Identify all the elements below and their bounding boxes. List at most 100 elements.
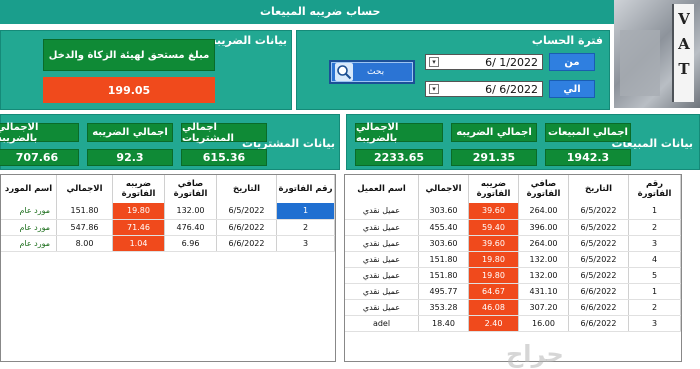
cell-no[interactable]: 2 (276, 219, 335, 236)
cell-tax[interactable]: 1.04 (112, 235, 165, 252)
cell-date[interactable]: 6/6/2022 (216, 235, 277, 252)
to-date-field[interactable]: ▾ 6/ 6/2022 (425, 81, 543, 97)
cell-no[interactable]: 4 (628, 251, 681, 268)
cell-name[interactable]: adel (345, 315, 419, 332)
col-header[interactable]: اسم المورد (1, 175, 57, 203)
cell-total[interactable]: 8.00 (56, 235, 113, 252)
cell-no[interactable]: 1 (276, 203, 335, 220)
tax-due-button[interactable]: مبلغ مستحق لهيئة الزكاة والدخل (43, 39, 215, 71)
table-row[interactable]: 3 6/5/2022 264.00 39.60 303.60 عميل نقدي (345, 235, 681, 252)
col-header[interactable]: الاجمالي (418, 175, 469, 203)
cell-net[interactable]: 132.00 (164, 203, 217, 220)
tax-panel-label: بيانات الضريبه (210, 34, 287, 47)
table-row[interactable]: 1 6/5/2022 132.00 19.80 151.80 مورد عام (1, 203, 335, 220)
cell-no[interactable]: 1 (628, 283, 681, 300)
cell-name[interactable]: عميل نقدي (345, 267, 419, 284)
cell-name[interactable]: عميل نقدي (345, 251, 419, 268)
cell-no[interactable]: 3 (628, 315, 681, 332)
col-header[interactable]: صافي الفاتورة (518, 175, 569, 203)
cell-tax[interactable]: 59.40 (468, 219, 519, 236)
cell-no[interactable]: 5 (628, 267, 681, 284)
table-row[interactable]: 1 6/6/2022 431.10 64.67 495.77 عميل نقدي (345, 283, 681, 300)
table-row[interactable]: 1 6/5/2022 264.00 39.60 303.60 عميل نقدي (345, 203, 681, 220)
cell-total[interactable]: 547.86 (56, 219, 113, 236)
from-date-field[interactable]: ▾ 6/ 1/2022 (425, 54, 543, 70)
col-header[interactable]: ضريبه الفاتورة (468, 175, 519, 203)
col-header[interactable]: ضريبه الفاتورة (112, 175, 165, 203)
calendar-dropdown-icon[interactable]: ▾ (429, 84, 439, 94)
cell-no[interactable]: 1 (628, 203, 681, 220)
cell-date[interactable]: 6/6/2022 (216, 219, 277, 236)
cell-total[interactable]: 151.80 (56, 203, 113, 220)
cell-tax[interactable]: 19.80 (468, 251, 519, 268)
cell-net[interactable]: 132.00 (518, 267, 569, 284)
col-header[interactable]: التاريخ (216, 175, 277, 203)
col-header[interactable]: اسم العميل (345, 175, 419, 203)
cell-net[interactable]: 476.40 (164, 219, 217, 236)
cell-net[interactable]: 264.00 (518, 203, 569, 220)
search-button[interactable]: بحث (329, 60, 415, 84)
cell-net[interactable]: 396.00 (518, 219, 569, 236)
cell-net[interactable]: 431.10 (518, 283, 569, 300)
cell-total[interactable]: 303.60 (418, 235, 469, 252)
table-row[interactable]: 3 6/6/2022 16.00 2.40 18.40 adel (345, 315, 681, 332)
cell-no[interactable]: 3 (276, 235, 335, 252)
cell-net[interactable]: 16.00 (518, 315, 569, 332)
col-header[interactable]: رقم الفاتورة (628, 175, 681, 203)
cell-name[interactable]: عميل نقدي (345, 235, 419, 252)
purchases-total-tax-label: اجمالي الضريبه (87, 123, 173, 142)
cell-name[interactable]: عميل نقدي (345, 219, 419, 236)
table-row[interactable]: 2 6/5/2022 396.00 59.40 455.40 عميل نقدي (345, 219, 681, 236)
cell-net[interactable]: 132.00 (518, 251, 569, 268)
cell-date[interactable]: 6/6/2022 (568, 299, 629, 316)
col-header[interactable]: الاجمالي (56, 175, 113, 203)
cell-tax[interactable]: 39.60 (468, 235, 519, 252)
purchases-grid[interactable]: رقم الفاتورة التاريخ صافي الفاتورة ضريبه… (0, 174, 336, 362)
cell-date[interactable]: 6/5/2022 (568, 219, 629, 236)
cell-tax[interactable]: 2.40 (468, 315, 519, 332)
table-row[interactable]: 4 6/5/2022 132.00 19.80 151.80 عميل نقدي (345, 251, 681, 268)
cell-total[interactable]: 353.28 (418, 299, 469, 316)
cell-name[interactable]: مورد عام (1, 235, 57, 252)
cell-tax[interactable]: 64.67 (468, 283, 519, 300)
col-header[interactable]: التاريخ (568, 175, 629, 203)
cell-date[interactable]: 6/5/2022 (568, 235, 629, 252)
table-row[interactable]: 3 6/6/2022 6.96 1.04 8.00 مورد عام (1, 235, 335, 252)
cell-total[interactable]: 455.40 (418, 219, 469, 236)
cell-tax[interactable]: 71.46 (112, 219, 165, 236)
cell-total[interactable]: 495.77 (418, 283, 469, 300)
period-panel-label: فترة الحساب (531, 34, 603, 47)
cell-no[interactable]: 2 (628, 219, 681, 236)
cell-tax[interactable]: 19.80 (112, 203, 165, 220)
calendar-dropdown-icon[interactable]: ▾ (429, 57, 439, 67)
cell-date[interactable]: 6/6/2022 (568, 315, 629, 332)
cell-name[interactable]: مورد عام (1, 219, 57, 236)
cell-total[interactable]: 303.60 (418, 203, 469, 220)
table-row[interactable]: 2 6/6/2022 476.40 71.46 547.86 مورد عام (1, 219, 335, 236)
cell-total[interactable]: 18.40 (418, 315, 469, 332)
sales-grid[interactable]: رقم الفاتورة التاريخ صافي الفاتورة ضريبه… (344, 174, 682, 362)
cell-date[interactable]: 6/6/2022 (568, 283, 629, 300)
cell-net[interactable]: 264.00 (518, 235, 569, 252)
cell-date[interactable]: 6/5/2022 (568, 251, 629, 268)
table-row[interactable]: 2 6/6/2022 307.20 46.08 353.28 عميل نقدي (345, 299, 681, 316)
cell-no[interactable]: 3 (628, 235, 681, 252)
table-row[interactable]: 5 6/5/2022 132.00 19.80 151.80 عميل نقدي (345, 267, 681, 284)
col-header[interactable]: رقم الفاتورة (276, 175, 335, 203)
cell-tax[interactable]: 39.60 (468, 203, 519, 220)
cell-name[interactable]: عميل نقدي (345, 203, 419, 220)
cell-total[interactable]: 151.80 (418, 267, 469, 284)
cell-date[interactable]: 6/5/2022 (568, 203, 629, 220)
cell-name[interactable]: عميل نقدي (345, 283, 419, 300)
col-header[interactable]: صافي الفاتورة (164, 175, 217, 203)
cell-no[interactable]: 2 (628, 299, 681, 316)
cell-name[interactable]: مورد عام (1, 203, 57, 220)
cell-name[interactable]: عميل نقدي (345, 299, 419, 316)
cell-net[interactable]: 6.96 (164, 235, 217, 252)
cell-tax[interactable]: 46.08 (468, 299, 519, 316)
cell-tax[interactable]: 19.80 (468, 267, 519, 284)
cell-date[interactable]: 6/5/2022 (216, 203, 277, 220)
cell-date[interactable]: 6/5/2022 (568, 267, 629, 284)
cell-total[interactable]: 151.80 (418, 251, 469, 268)
cell-net[interactable]: 307.20 (518, 299, 569, 316)
